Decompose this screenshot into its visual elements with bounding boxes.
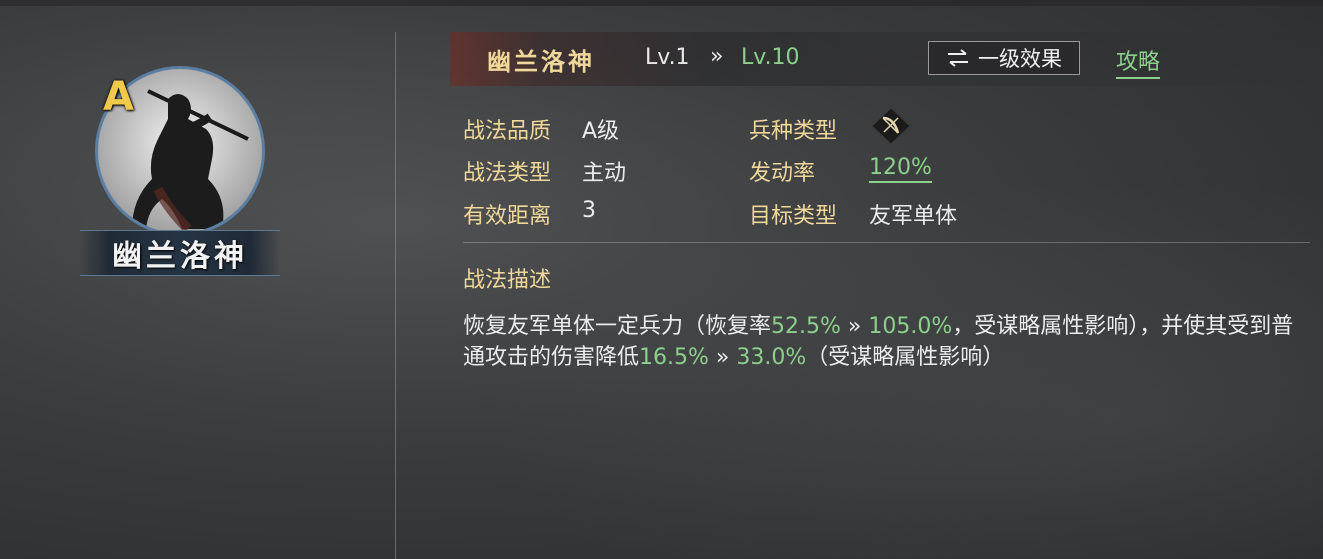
type-label: 战法类型 <box>463 161 552 186</box>
level-from: Lv.1 <box>645 45 690 70</box>
desc-arrow-2: » <box>708 345 737 370</box>
strategy-link[interactable]: 攻略 <box>1116 44 1161 79</box>
type-value: 主动 <box>582 161 627 186</box>
desc-value-3: 16.5% <box>639 345 709 370</box>
troop-label: 兵种类型 <box>749 119 838 144</box>
portrait-name-plate: 幽兰洛神 <box>80 230 280 276</box>
level-arrow: » <box>710 44 724 69</box>
level-effect-button[interactable]: 一级效果 <box>928 41 1080 75</box>
description-text: 恢复友军单体一定兵力（恢复率52.5% » 105.0%，受谋略属性影响），并使… <box>463 311 1313 373</box>
rate-value[interactable]: 120% <box>869 155 932 183</box>
desc-arrow-1: » <box>840 314 869 339</box>
desc-text-1: 恢复友军单体一定兵力（恢复率 <box>463 314 772 339</box>
desc-value-4: 33.0% <box>736 345 807 370</box>
target-label: 目标类型 <box>749 204 838 229</box>
skill-title: 幽兰洛神 <box>487 47 595 76</box>
level-effect-label: 一级效果 <box>978 47 1062 71</box>
portrait-name: 幽兰洛神 <box>112 239 248 274</box>
description-title: 战法描述 <box>463 268 552 293</box>
bow-icon <box>870 106 912 146</box>
desc-value-2: 105.0% <box>868 314 953 339</box>
section-divider <box>463 242 1310 243</box>
swap-arrows-icon <box>948 49 968 67</box>
grade-badge: A <box>103 74 134 120</box>
range-value: 3 <box>582 198 596 223</box>
rate-label: 发动率 <box>749 161 816 186</box>
level-to: Lv.10 <box>741 45 800 70</box>
desc-text-3: （受谋略属性影响） <box>806 345 1005 370</box>
desc-value-1: 52.5% <box>771 314 841 339</box>
target-value: 友军单体 <box>869 204 958 229</box>
quality-value: A级 <box>582 119 620 144</box>
quality-label: 战法品质 <box>463 119 552 144</box>
panel-divider <box>395 32 396 559</box>
range-label: 有效距离 <box>463 204 552 229</box>
